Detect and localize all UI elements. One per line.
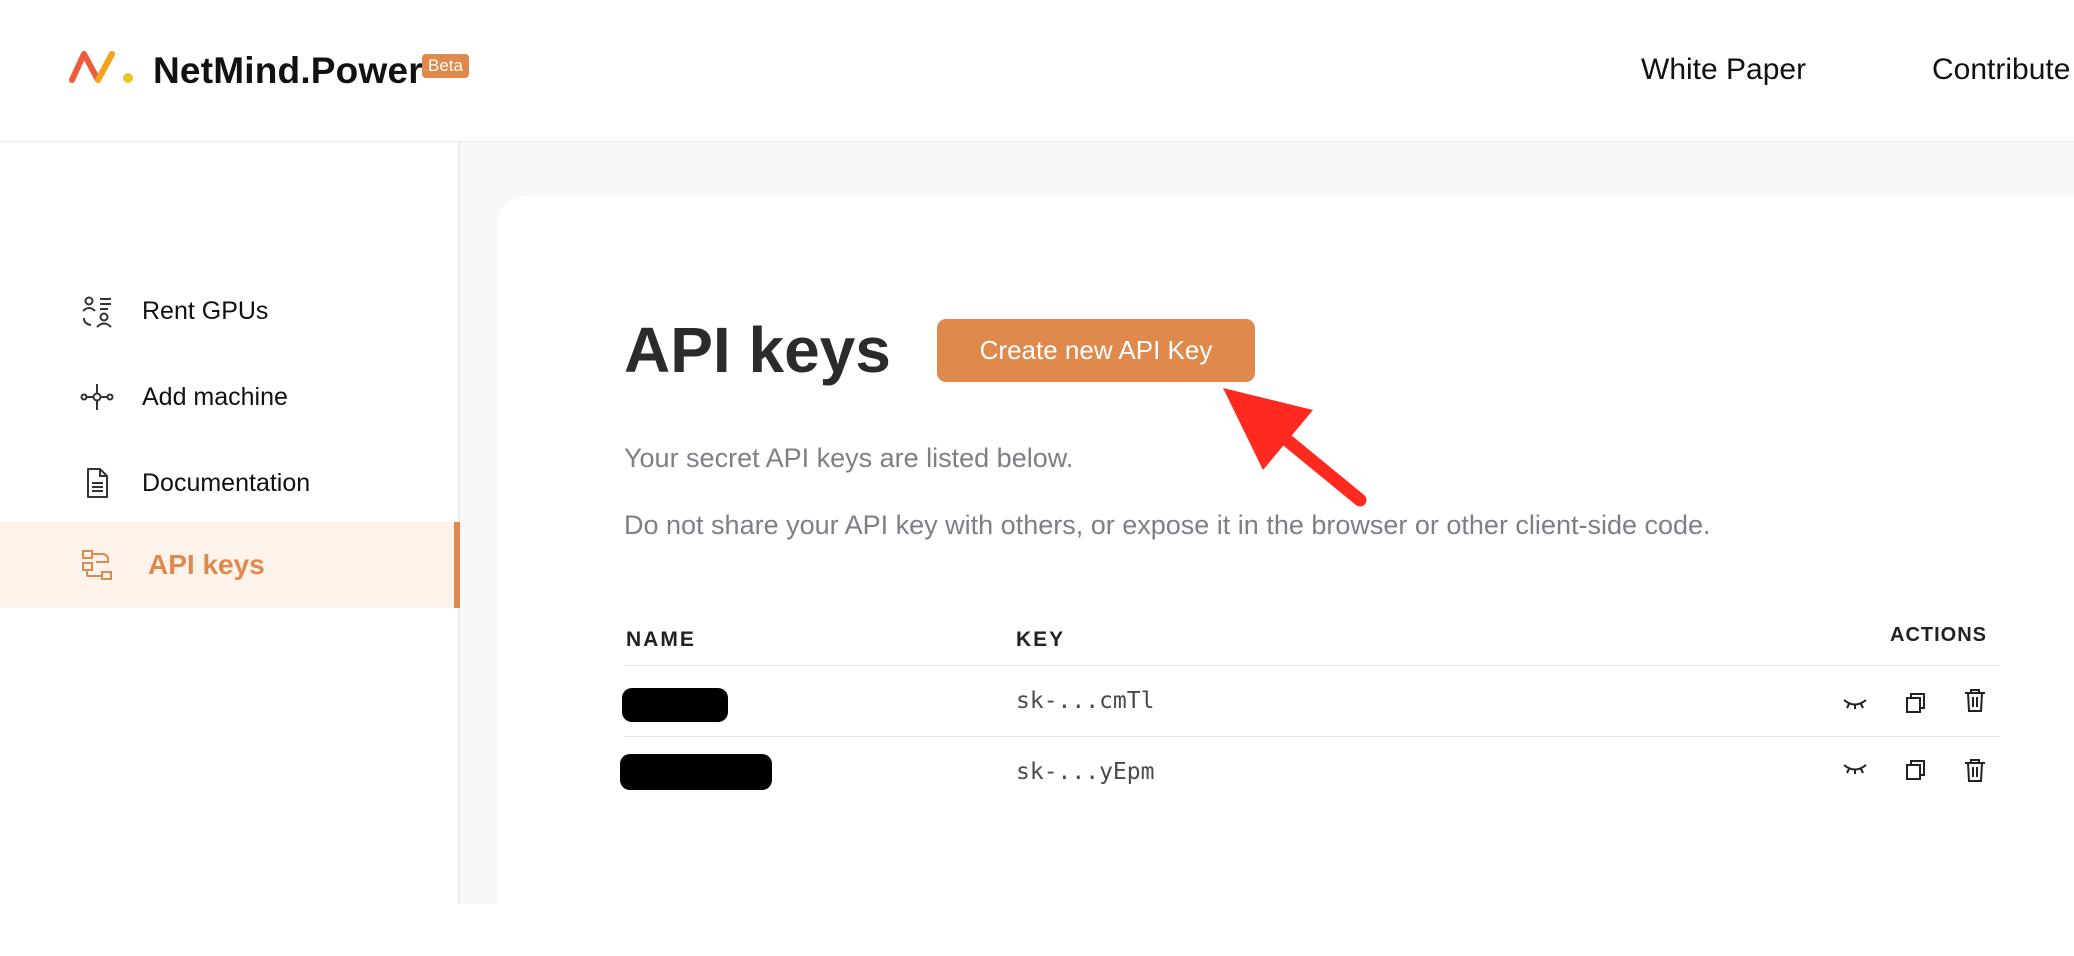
netmind-logo-icon[interactable] bbox=[68, 48, 136, 88]
sidebar-item-label: Documentation bbox=[142, 468, 311, 497]
sidebar-item-api-keys[interactable]: API keys bbox=[0, 522, 460, 608]
sidebar-item-label: Add machine bbox=[142, 382, 288, 411]
copy-icon[interactable] bbox=[1902, 756, 1930, 784]
rent-gpus-icon bbox=[82, 296, 112, 328]
eye-closed-icon[interactable] bbox=[1841, 689, 1869, 717]
description-text: Your secret API keys are listed below. bbox=[624, 443, 1074, 473]
warning-text: Do not share your API key with others, o… bbox=[624, 510, 1711, 540]
sidebar-item-documentation[interactable]: Documentation bbox=[0, 440, 458, 526]
annotation-arrow bbox=[1223, 388, 1367, 507]
sidebar: Rent GPUs Add machine Documentation API … bbox=[0, 142, 460, 904]
document-icon bbox=[87, 468, 108, 498]
page-title: API keys bbox=[624, 314, 891, 386]
column-header-key: KEY bbox=[1016, 628, 1066, 651]
api-keys-icon bbox=[82, 550, 112, 580]
add-machine-icon bbox=[80, 384, 114, 410]
sidebar-item-add-machine[interactable]: Add machine bbox=[0, 354, 458, 440]
table-divider bbox=[624, 736, 2000, 737]
nav-contribute[interactable]: Contribute bbox=[1932, 50, 2070, 90]
sidebar-item-rent-gpus[interactable]: Rent GPUs bbox=[0, 268, 458, 354]
eye-closed-icon[interactable] bbox=[1841, 754, 1869, 782]
trash-icon[interactable] bbox=[1961, 756, 1989, 784]
column-header-actions: ACTIONS bbox=[1890, 624, 1987, 646]
copy-icon[interactable] bbox=[1902, 689, 1930, 717]
create-api-key-button[interactable]: Create new API Key bbox=[937, 319, 1255, 382]
table-divider bbox=[624, 665, 2000, 666]
nav-white-paper[interactable]: White Paper bbox=[1641, 50, 1806, 90]
redacted-name bbox=[620, 754, 772, 790]
content-card bbox=[497, 196, 2074, 956]
redacted-name bbox=[622, 688, 728, 722]
sidebar-item-label: API keys bbox=[148, 549, 265, 580]
sidebar-item-label: Rent GPUs bbox=[142, 296, 269, 325]
brand-name[interactable]: NetMind.Power bbox=[153, 47, 423, 95]
column-header-name: NAME bbox=[626, 628, 696, 651]
api-key-value: sk-...yEpm bbox=[1016, 759, 1155, 785]
trash-icon[interactable] bbox=[1961, 686, 1989, 714]
api-key-value: sk-...cmTl bbox=[1016, 688, 1155, 714]
beta-badge: Beta bbox=[422, 54, 469, 78]
top-header: NetMind.Power Beta White Paper Contribut… bbox=[0, 0, 2074, 142]
